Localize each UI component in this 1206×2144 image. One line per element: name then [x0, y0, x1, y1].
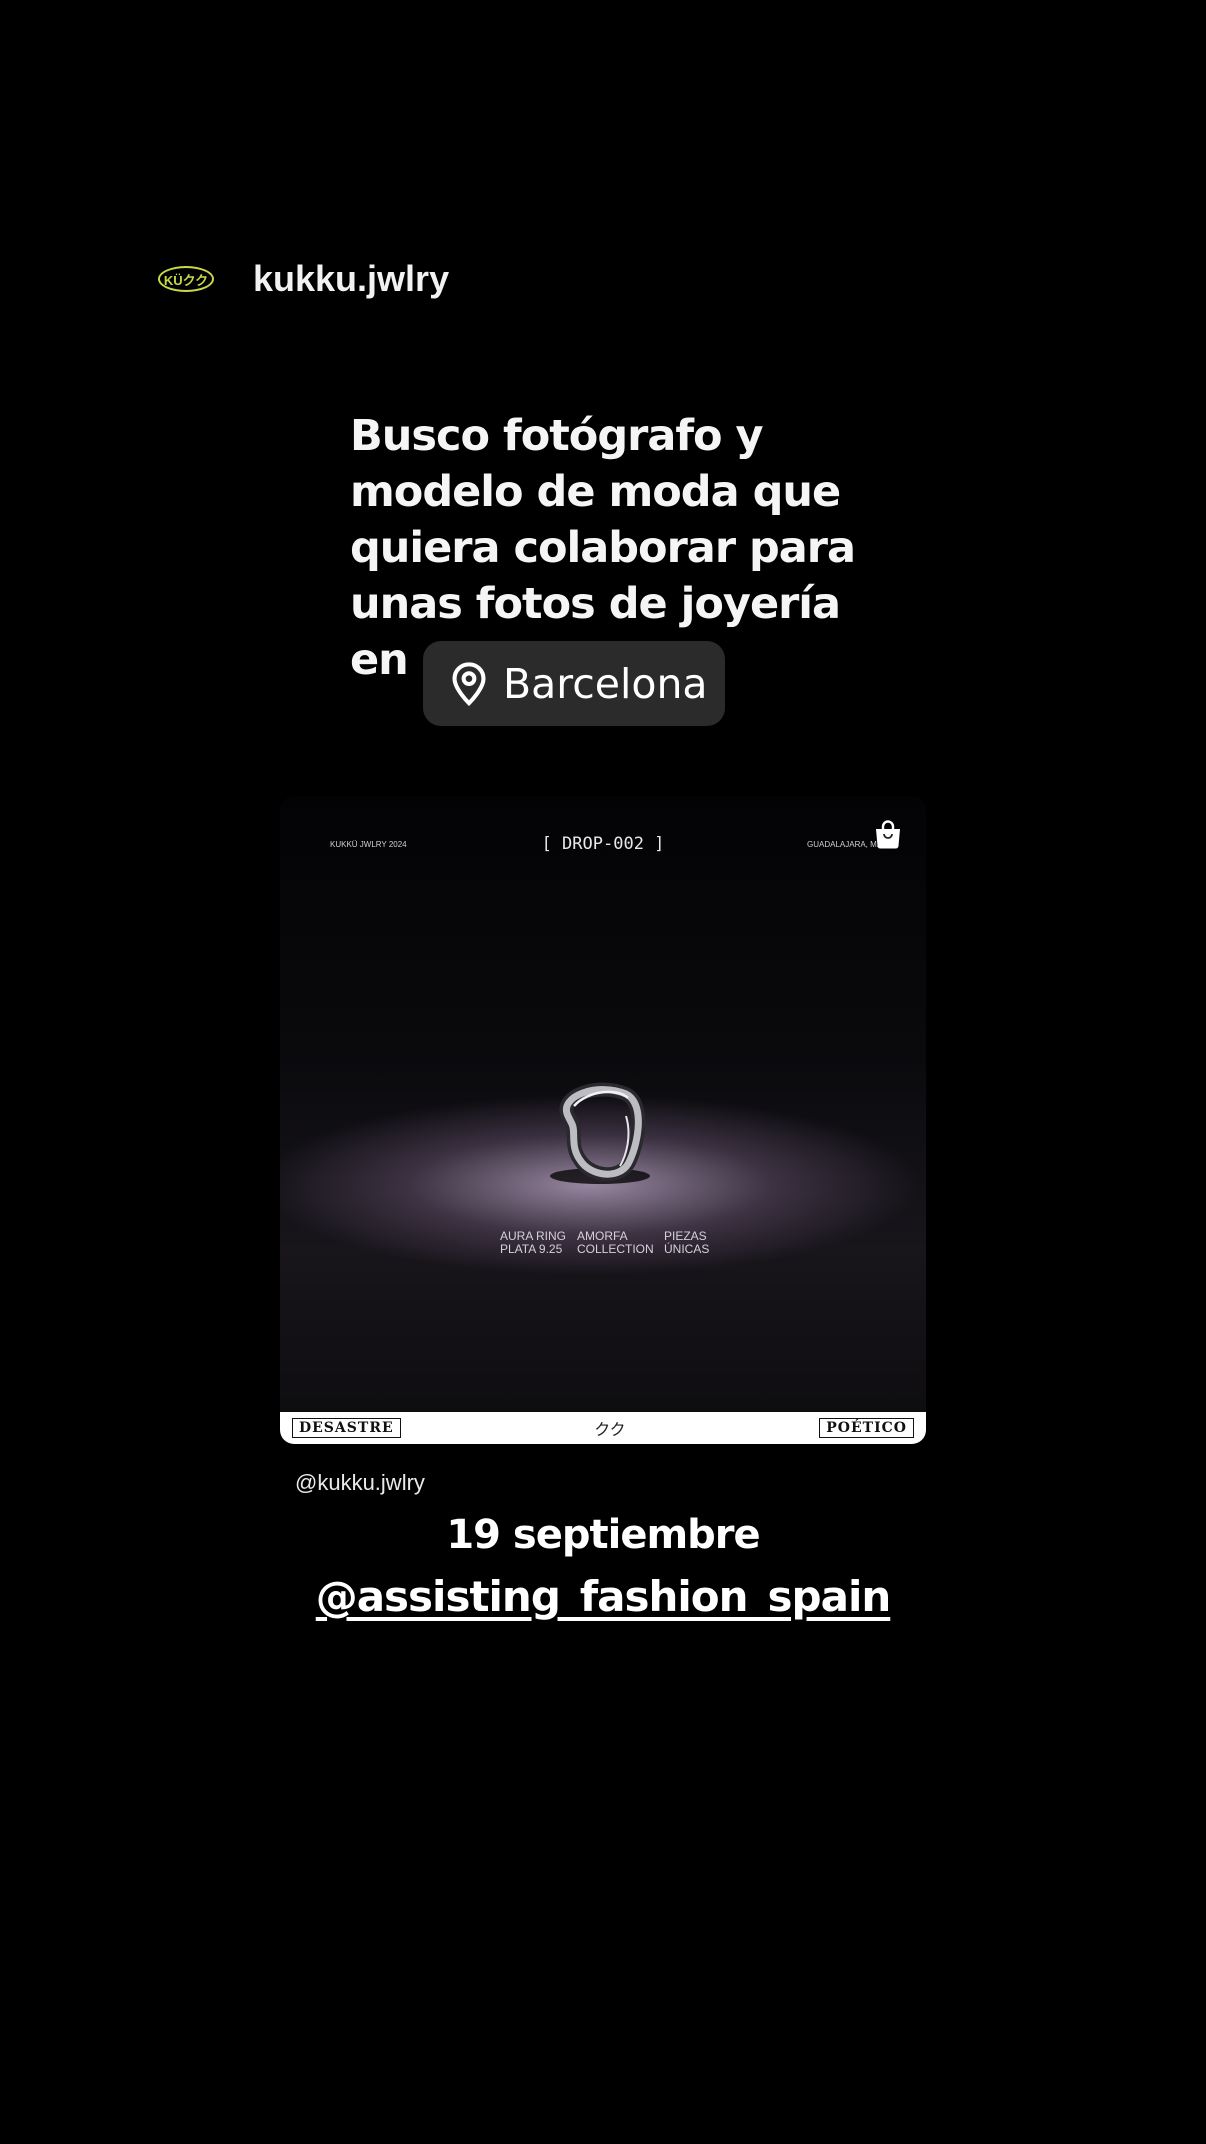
location-sticker[interactable]: Barcelona [423, 641, 725, 726]
username[interactable]: kukku.jwlry [253, 258, 449, 300]
story-line: modelo de moda que [350, 467, 841, 517]
bottom-logo: クク [594, 1422, 626, 1439]
avatar[interactable]: KÜクク [158, 266, 214, 292]
post-caption: PIEZAS ÚNICAS [664, 1230, 709, 1256]
stamp-right: POÉTICO [819, 1418, 914, 1438]
mention-text: @assisting_fashion_spain [315, 1572, 892, 1621]
caption-line: COLLECTION [577, 1242, 654, 1256]
location-label: Barcelona [503, 659, 708, 708]
stamp-left: DESASTRE [292, 1418, 401, 1438]
story-line: Busco fotógrafo y [350, 411, 764, 461]
post-caption: AMORFA COLLECTION [577, 1230, 654, 1256]
story-line: quiera colaborar para [350, 523, 856, 573]
post-bottom-bar: DESASTRE クク POÉTICO [280, 1412, 926, 1444]
post-caption: AURA RING PLATA 9.25 [500, 1230, 566, 1256]
story-line: unas fotos de joyería [350, 579, 841, 629]
location-pin-icon [452, 661, 486, 706]
shopping-bag-icon[interactable] [872, 818, 904, 850]
date-text: 19 septiembre [446, 1512, 760, 1558]
ring-image [550, 1082, 650, 1184]
post-author-handle[interactable]: @kukku.jwlry [295, 1470, 425, 1496]
mention-link[interactable]: @assisting_fashion_spain [0, 1572, 1206, 1621]
shared-post[interactable]: KUKKÜ JWLRY 2024 [ DROP-002 ] GUADALAJAR… [280, 796, 926, 1444]
post-location-text: GUADALAJARA, MX [807, 840, 883, 849]
caption-line: PLATA 9.25 [500, 1242, 563, 1256]
caption-line: ÚNICAS [664, 1242, 710, 1256]
